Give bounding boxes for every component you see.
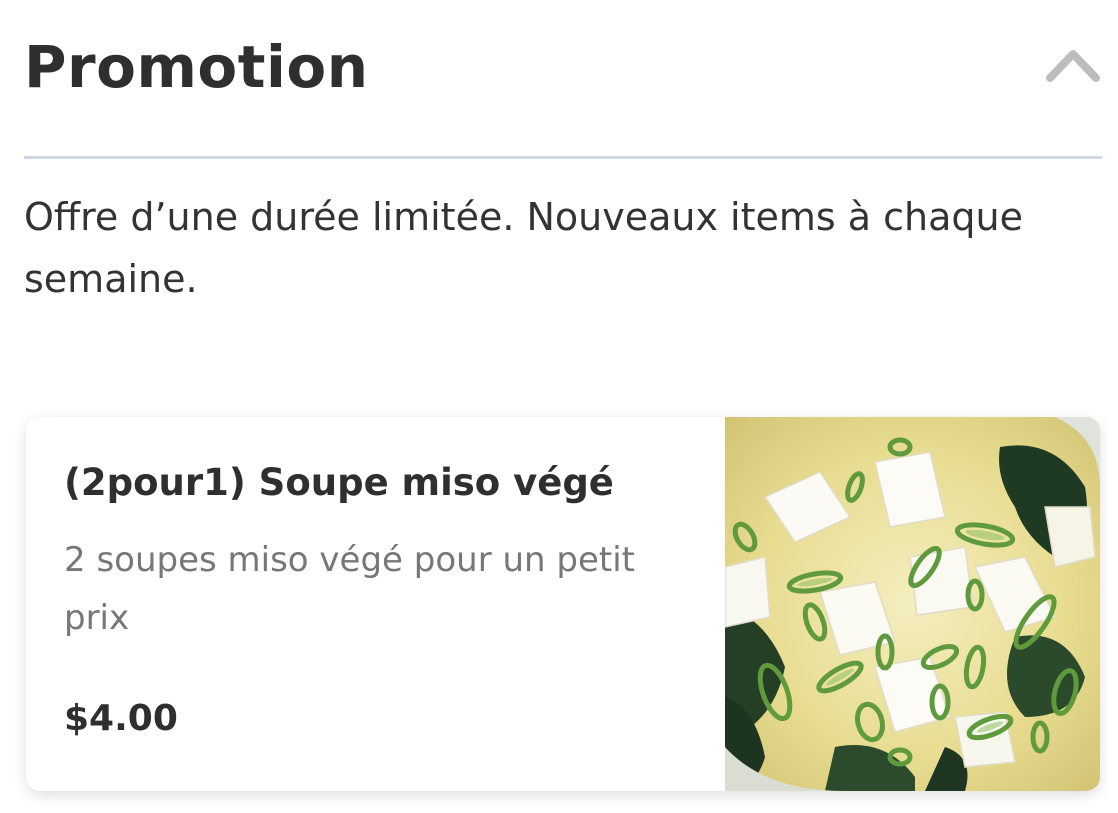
promotion-section: Promotion Offre d’une durée limitée. Nou… bbox=[0, 0, 1118, 813]
menu-item-description: 2 soupes miso végé pour un petit prix bbox=[64, 540, 635, 638]
menu-item-price: $4.00 bbox=[64, 698, 178, 739]
menu-item-name: (2pour1) Soupe miso végé bbox=[64, 461, 614, 504]
section-title: Promotion bbox=[24, 33, 369, 101]
miso-soup-photo bbox=[725, 417, 1100, 791]
chevron-up-icon bbox=[1046, 50, 1100, 82]
menu-item-card[interactable]: (2pour1) Soupe miso végé 2 soupes miso v… bbox=[26, 417, 1100, 791]
collapse-button[interactable] bbox=[1044, 44, 1102, 84]
menu-item-info: (2pour1) Soupe miso végé 2 soupes miso v… bbox=[26, 417, 726, 791]
section-divider bbox=[24, 156, 1102, 159]
section-header[interactable]: Promotion bbox=[24, 30, 1102, 122]
section-description: Offre d’une durée limitée. Nouveaux item… bbox=[24, 195, 1024, 301]
